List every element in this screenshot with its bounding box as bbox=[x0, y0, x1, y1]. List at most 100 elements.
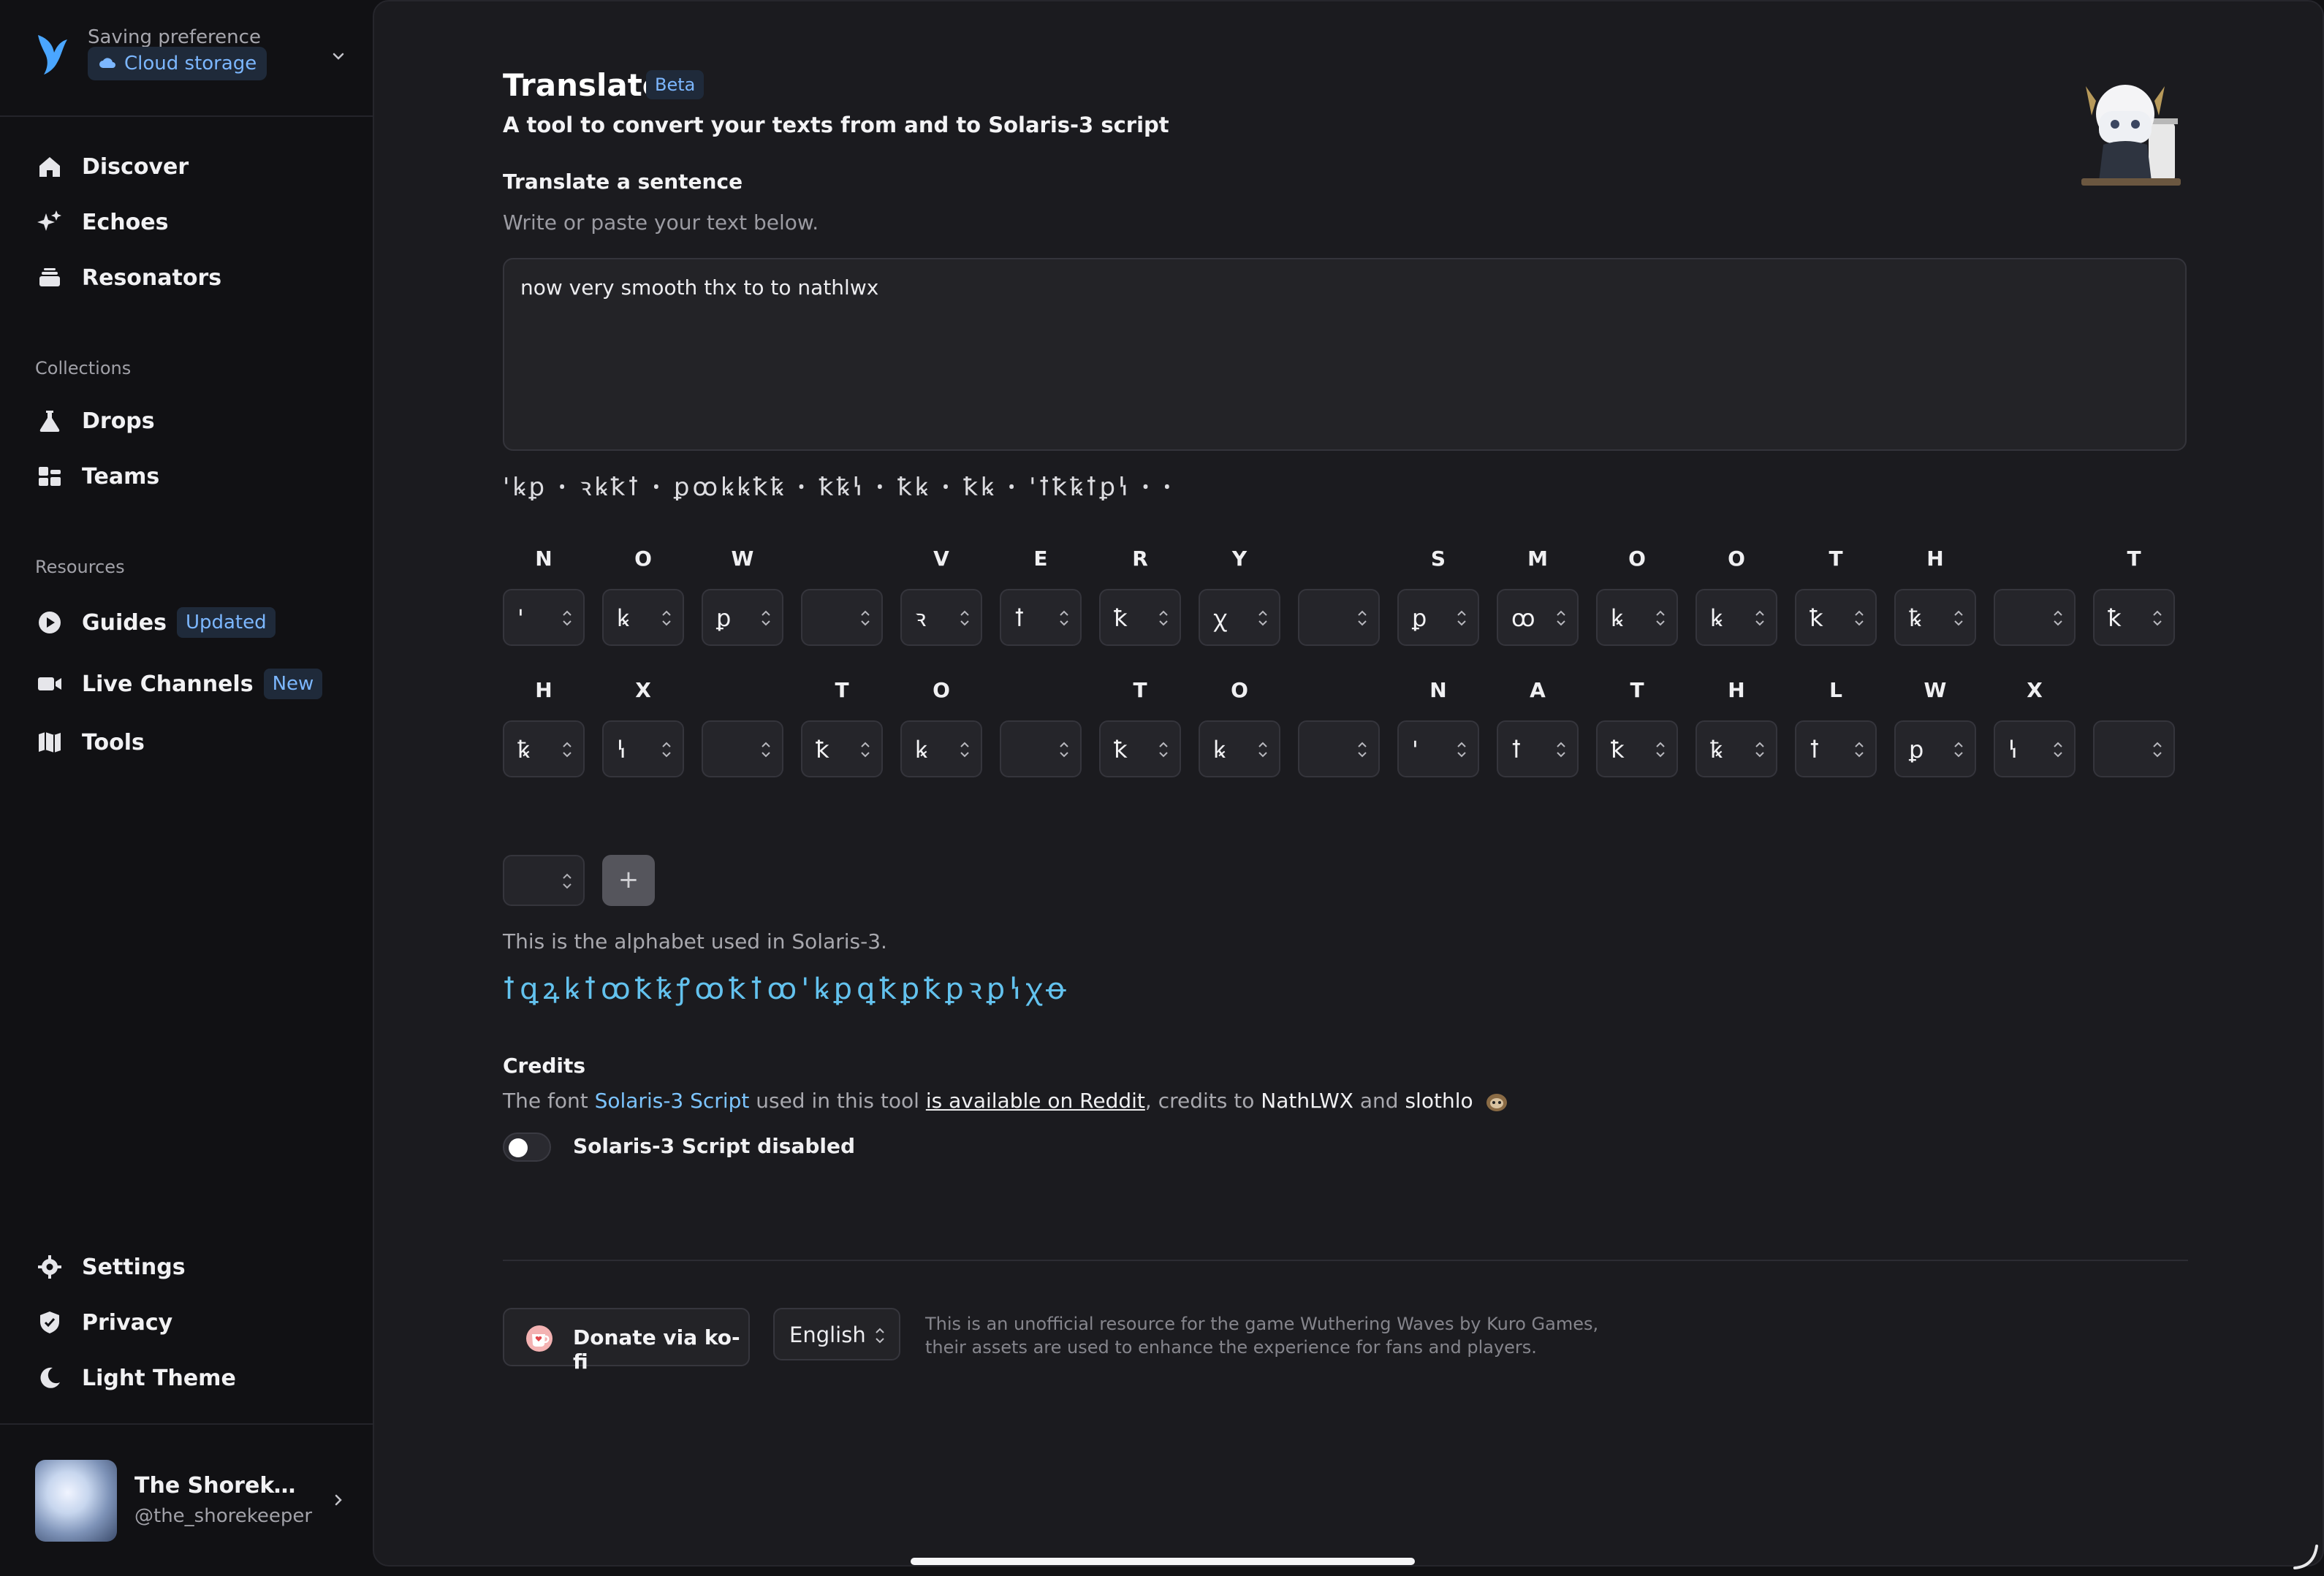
glyph-select[interactable] bbox=[801, 589, 883, 646]
letter-label: Y bbox=[1231, 547, 1248, 571]
add-letter-button[interactable]: + bbox=[602, 855, 655, 906]
letter-label: O bbox=[1628, 547, 1646, 571]
glyph-select[interactable]: ꝁ bbox=[1795, 589, 1877, 646]
glyph-select[interactable] bbox=[1298, 720, 1380, 777]
glyph-select[interactable]: ꝁ bbox=[2093, 589, 2175, 646]
user-profile-card[interactable]: The Shorekee... @the_shorekeeper bbox=[35, 1460, 349, 1542]
glyph-select[interactable] bbox=[1298, 589, 1380, 646]
updown-icon bbox=[662, 742, 671, 758]
sidebar-item-privacy[interactable]: Privacy bbox=[35, 1301, 172, 1344]
glyph-select[interactable]: ꝅ bbox=[1894, 589, 1976, 646]
glyph-value: ꝑ bbox=[1909, 736, 1924, 764]
sidebar: Saving preference Cloud storage Discover… bbox=[0, 0, 373, 1576]
updown-icon bbox=[2153, 742, 2162, 758]
glyph-value: ꝅ bbox=[1710, 736, 1723, 764]
font-link[interactable]: Solaris-3 Script bbox=[595, 1089, 750, 1113]
updown-icon bbox=[1060, 610, 1068, 626]
letter-label bbox=[1000, 678, 1082, 703]
updown-icon bbox=[762, 742, 770, 758]
glyph-select[interactable]: ꝑ bbox=[1397, 589, 1479, 646]
sidebar-item-label: Drops bbox=[82, 408, 155, 434]
updown-icon bbox=[1656, 610, 1665, 626]
video-icon bbox=[35, 669, 64, 698]
updown-icon bbox=[1954, 610, 1963, 626]
sidebar-item-discover[interactable]: Discover bbox=[35, 145, 189, 189]
glyph-select[interactable]: ꝇ bbox=[602, 720, 684, 777]
glyph-select[interactable]: ꝃ bbox=[1596, 589, 1678, 646]
letter-label: W bbox=[1924, 678, 1947, 702]
letter-label: T bbox=[835, 678, 849, 702]
glyph-select[interactable]: ꝉ bbox=[1795, 720, 1877, 777]
glyph-select[interactable]: ꞌ bbox=[1397, 720, 1479, 777]
glyph-select[interactable]: ꝉ bbox=[1497, 720, 1579, 777]
sidebar-item-drops[interactable]: Drops bbox=[35, 399, 155, 443]
glyph-select[interactable]: ꝃ bbox=[602, 589, 684, 646]
glyph-select[interactable]: ꝑ bbox=[702, 589, 783, 646]
glyph-value: ꝅ bbox=[1909, 604, 1922, 632]
letter-label: O bbox=[933, 678, 950, 702]
glyph-select[interactable]: ꭓ bbox=[1199, 589, 1280, 646]
glyph-select[interactable]: ꝇ bbox=[1994, 720, 2076, 777]
donate-kofi-button[interactable]: Donate via ko-fi bbox=[503, 1308, 750, 1374]
glyph-select[interactable]: ꝅ bbox=[503, 720, 585, 777]
glyph-value: ꝉ bbox=[1014, 604, 1025, 632]
letter-label: R bbox=[1132, 547, 1148, 571]
glyph-select[interactable]: ꝅ bbox=[1695, 720, 1777, 777]
toggle-label: Solaris-3 Script disabled bbox=[573, 1134, 856, 1158]
updown-icon bbox=[1258, 610, 1267, 626]
footer-disclaimer: This is an unofficial resource for the g… bbox=[925, 1314, 1599, 1358]
saving-preference-switcher[interactable]: Saving preference Cloud storage bbox=[35, 26, 349, 86]
author-slothlo: slothlo bbox=[1405, 1089, 1473, 1113]
sidebar-item-resonators[interactable]: Resonators bbox=[35, 256, 221, 300]
sidebar-item-settings[interactable]: Settings bbox=[35, 1245, 186, 1289]
chevron-down-icon[interactable] bbox=[327, 45, 349, 67]
glyph-select[interactable]: ꝁ bbox=[801, 720, 883, 777]
updown-icon bbox=[1457, 610, 1466, 626]
glyph-select[interactable] bbox=[2093, 720, 2175, 777]
glyph-value: ꝃ bbox=[915, 736, 928, 764]
language-value: English bbox=[789, 1322, 866, 1347]
donate-label: Donate via ko-fi bbox=[573, 1325, 740, 1374]
updown-icon bbox=[563, 742, 571, 758]
letter-label: W bbox=[731, 547, 754, 571]
cloud-icon bbox=[99, 58, 115, 68]
translate-input[interactable]: now very smooth thx to to nathlwx bbox=[503, 258, 2187, 451]
mascot-illustration bbox=[2081, 85, 2181, 186]
toggle-knob bbox=[509, 1138, 528, 1157]
glyph-select[interactable]: ꝑ bbox=[1894, 720, 1976, 777]
bird-logo-icon bbox=[38, 35, 67, 75]
sidebar-item-echoes[interactable]: Echoes bbox=[35, 200, 168, 244]
glyph-select[interactable]: ꞌ bbox=[503, 589, 585, 646]
glyph-value: ꝁ bbox=[816, 736, 829, 764]
language-select[interactable]: English bbox=[773, 1308, 900, 1360]
glyph-select[interactable]: ꝁ bbox=[1099, 589, 1181, 646]
updown-icon bbox=[563, 610, 571, 626]
solaris-script-toggle[interactable] bbox=[503, 1132, 551, 1162]
glyph-select[interactable]: ꝁ bbox=[1099, 720, 1181, 777]
glyph-select[interactable]: ꝃ bbox=[900, 720, 982, 777]
glyph-select[interactable]: ꝃ bbox=[1695, 589, 1777, 646]
glyph-select[interactable]: ꝁ bbox=[1596, 720, 1678, 777]
glyph-select[interactable]: ꝛ bbox=[900, 589, 982, 646]
sidebar-item-live-channels[interactable]: Live Channels New bbox=[35, 662, 323, 706]
glyph-value: ꝛ bbox=[915, 604, 927, 632]
sidebar-item-light-theme[interactable]: Light Theme bbox=[35, 1356, 236, 1400]
glyph-value: ꭓ bbox=[1213, 604, 1226, 632]
user-name: The Shorekee... bbox=[134, 1473, 303, 1499]
glyph-select[interactable] bbox=[1994, 589, 2076, 646]
glyph-select[interactable]: ꝉ bbox=[1000, 589, 1082, 646]
sidebar-item-label: Echoes bbox=[82, 209, 169, 235]
glyph-value: ꝃ bbox=[1710, 604, 1723, 632]
glyph-select[interactable] bbox=[1000, 720, 1082, 777]
sidebar-item-guides[interactable]: Guides Updated bbox=[35, 601, 276, 644]
new-letter-select[interactable] bbox=[503, 855, 585, 906]
flask-icon bbox=[35, 406, 64, 435]
glyph-select[interactable]: ꝃ bbox=[1199, 720, 1280, 777]
sidebar-item-teams[interactable]: Teams bbox=[35, 454, 159, 498]
updown-icon bbox=[1159, 610, 1168, 626]
glyph-value: ꝃ bbox=[617, 604, 630, 632]
sidebar-item-tools[interactable]: Tools bbox=[35, 720, 145, 764]
reddit-link[interactable]: is available on Reddit bbox=[926, 1089, 1145, 1113]
glyph-select[interactable] bbox=[702, 720, 783, 777]
glyph-select[interactable]: ꝏ bbox=[1497, 589, 1579, 646]
